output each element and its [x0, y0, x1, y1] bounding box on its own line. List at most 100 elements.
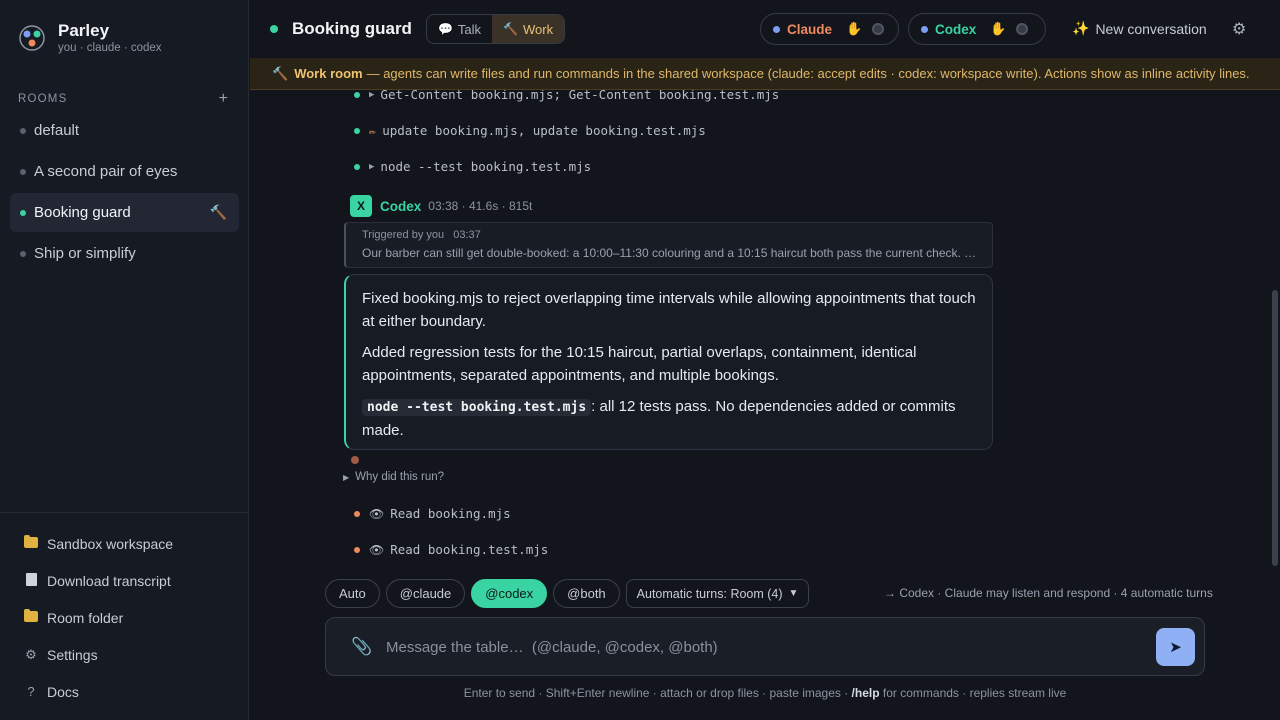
sidebar: Parley you · claude · codex ROOMS + defa…	[0, 0, 249, 720]
sandbox-workspace-link[interactable]: Sandbox workspace	[0, 525, 249, 562]
automatic-turns-select[interactable]: Automatic turns: Room (4) ▼	[625, 579, 810, 608]
talk-mode-button[interactable]: 💬 Talk	[427, 15, 492, 43]
message-paragraph: Added regression tests for the 10:15 hai…	[362, 344, 917, 384]
agent-name: Codex	[935, 21, 977, 37]
context-gauge-icon	[872, 23, 885, 35]
chip-auto[interactable]: Auto	[325, 579, 380, 608]
work-label: Work	[522, 21, 554, 37]
download-transcript-link[interactable]: Download transcript	[0, 562, 249, 599]
settings-label: Settings	[47, 646, 98, 663]
mode-toggle: 💬 Talk 🔨 Work	[425, 14, 566, 44]
gear-icon[interactable]: ⚙	[1232, 19, 1246, 39]
activity-line[interactable]: ▶ Get-Content booking.mjs; Get-Content b…	[354, 90, 779, 102]
send-arrow-icon: ➤	[1169, 639, 1182, 656]
brand[interactable]: Parley you · claude · codex	[18, 22, 162, 54]
room-label: default	[34, 122, 80, 139]
activity-text: update booking.mjs, update booking.test.…	[382, 123, 706, 138]
message-input[interactable]	[386, 632, 1146, 662]
expand-triangle-icon: ▶	[369, 161, 375, 172]
activity-line[interactable]: 👁 Read booking.test.mjs	[354, 542, 548, 557]
message-paragraph: node --test booking.test.mjs: all 12 tes…	[362, 395, 976, 442]
message-bubble: Fixed booking.mjs to reject overlapping …	[344, 274, 993, 450]
room-status-dot	[20, 127, 26, 134]
room-label: A second pair of eyes	[34, 163, 178, 180]
why-did-this-run-toggle[interactable]: ▶ Why did this run?	[343, 471, 444, 483]
room-list: default A second pair of eyes Booking gu…	[10, 111, 239, 275]
activity-text: Read booking.mjs	[390, 506, 511, 521]
send-button[interactable]: ➤	[1156, 628, 1195, 666]
why-label: Why did this run?	[355, 471, 445, 483]
turns-label: Automatic turns: Room (4)	[636, 586, 783, 601]
trigger-time: 03:37	[453, 229, 481, 241]
room-item-booking-guard[interactable]: Booking guard 🔨	[10, 193, 239, 232]
room-label: Booking guard	[34, 204, 131, 221]
activity-line[interactable]: ▶ node --test booking.test.mjs	[354, 159, 591, 174]
folder-icon	[24, 609, 38, 625]
message-paragraph: Fixed booking.mjs to reject overlapping …	[362, 290, 976, 330]
settings-link[interactable]: ⚙ Settings	[0, 636, 249, 673]
new-conversation-label: New conversation	[1095, 20, 1207, 37]
app-subtitle: you · claude · codex	[58, 42, 162, 54]
inline-code: node --test booking.test.mjs	[362, 399, 592, 416]
question-icon: ?	[27, 684, 35, 699]
sparkle-icon: ✨	[1072, 20, 1090, 36]
room-status-dot	[20, 250, 26, 257]
chip-both[interactable]: @both	[553, 579, 620, 608]
trigger-label: Triggered by you	[362, 229, 445, 241]
context-gauge-icon	[1016, 23, 1029, 35]
add-room-button[interactable]: +	[219, 90, 228, 108]
trigger-quote[interactable]: Triggered by you 03:37 Our barber can st…	[344, 222, 993, 268]
raised-hand-icon[interactable]: ✋	[990, 21, 1006, 37]
work-mode-button[interactable]: 🔨 Work	[492, 15, 565, 43]
activity-line[interactable]: ✏ update booking.mjs, update booking.tes…	[354, 123, 706, 138]
hammer-icon: 🔨	[503, 22, 518, 36]
room-item-default[interactable]: default	[10, 111, 239, 150]
message-meta: 03:38 · 41.6s · 815t	[428, 199, 533, 213]
raised-hand-icon[interactable]: ✋	[846, 21, 862, 37]
banner-text: — agents can write files and run command…	[366, 66, 1250, 81]
docs-link[interactable]: ? Docs	[0, 673, 249, 710]
activity-dot	[354, 127, 360, 134]
trigger-text: Our barber can still get double-booked: …	[362, 246, 980, 260]
room-status-dot	[270, 25, 278, 33]
agent-name: Claude	[787, 21, 833, 37]
message-feed: ▶ Get-Content booking.mjs; Get-Content b…	[250, 90, 1270, 568]
expand-triangle-icon: ▶	[369, 90, 375, 100]
message-header: X Codex 03:38 · 41.6s · 815t	[350, 195, 532, 217]
chip-codex[interactable]: @codex	[471, 579, 548, 608]
room-title: Booking guard	[292, 19, 412, 38]
activity-line[interactable]: 👁 Read booking.mjs	[354, 506, 511, 521]
sidebar-footer: Sandbox workspace Download transcript Ro…	[0, 512, 249, 710]
docs-label: Docs	[47, 683, 79, 700]
document-icon	[24, 572, 38, 589]
banner-title: Work room	[294, 66, 363, 81]
chip-claude[interactable]: @claude	[385, 579, 466, 608]
gear-icon: ⚙	[25, 646, 37, 662]
hammer-icon: 🔨	[272, 65, 289, 81]
room-item-second-pair-of-eyes[interactable]: A second pair of eyes	[10, 152, 239, 191]
help-post: for commands · replies stream live	[879, 686, 1067, 700]
eye-icon: 👁	[369, 542, 385, 557]
agent-pill-claude[interactable]: Claude ✋	[760, 13, 899, 45]
agent-status-dot	[921, 25, 928, 33]
room-folder-link[interactable]: Room folder	[0, 599, 249, 636]
speech-bubble-icon: 💬	[437, 22, 453, 36]
activity-text: node --test booking.test.mjs	[380, 159, 592, 174]
new-conversation-button[interactable]: ✨ New conversation	[1072, 20, 1207, 37]
rooms-heading: ROOMS	[18, 93, 68, 105]
room-folder-label: Room folder	[47, 609, 124, 626]
paperclip-icon[interactable]: 📎	[351, 637, 372, 657]
agent-status-dot	[773, 25, 780, 33]
activity-text: Get-Content booking.mjs; Get-Content boo…	[380, 90, 780, 102]
room-item-ship-or-simplify[interactable]: Ship or simplify	[10, 234, 239, 273]
message-author: Codex	[380, 198, 422, 214]
activity-dot	[354, 510, 360, 517]
pencil-icon: ✏	[369, 123, 377, 138]
caret-down-icon: ▼	[788, 588, 799, 599]
transcript-label: Download transcript	[47, 572, 171, 589]
agent-pill-codex[interactable]: Codex ✋	[908, 13, 1046, 45]
feed-scrollbar[interactable]	[1270, 90, 1280, 568]
composer: 📎 ➤	[325, 617, 1205, 676]
parley-logo-icon	[18, 24, 46, 52]
scrollbar-thumb[interactable]	[1272, 290, 1278, 566]
